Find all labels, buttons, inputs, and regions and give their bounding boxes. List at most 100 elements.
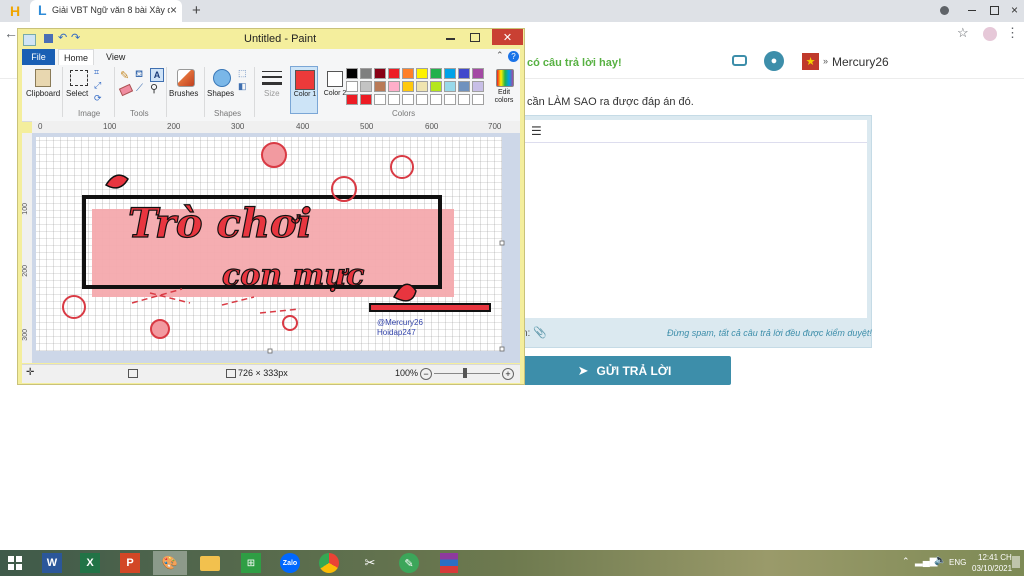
maximize-icon[interactable] bbox=[990, 6, 999, 15]
back-icon[interactable]: ← bbox=[4, 25, 18, 41]
notification-bell-icon[interactable]: ● bbox=[764, 51, 784, 71]
magnifier-icon[interactable]: ⚲ bbox=[150, 82, 158, 95]
user-avatar[interactable]: ★ bbox=[802, 53, 819, 70]
edit-colors-button[interactable]: Edit colors bbox=[490, 67, 518, 113]
outline-icon[interactable]: ⬚ bbox=[238, 68, 247, 79]
palette-swatch[interactable] bbox=[360, 68, 372, 79]
paint-taskbar-icon[interactable]: 🎨 bbox=[153, 551, 187, 575]
palette-swatch[interactable] bbox=[458, 94, 470, 105]
tab-close-icon[interactable]: × bbox=[170, 3, 177, 17]
snipping-icon[interactable]: ✂ bbox=[360, 553, 380, 573]
close-window-icon[interactable]: × bbox=[1011, 3, 1018, 17]
minimize-icon[interactable] bbox=[968, 10, 976, 11]
palette-swatch[interactable] bbox=[360, 94, 372, 105]
canvas-drawing[interactable]: Trò chơi con mực @Mercury26 Hoidap247 bbox=[32, 133, 520, 363]
palette-swatch[interactable] bbox=[444, 68, 456, 79]
eraser-icon[interactable] bbox=[118, 83, 134, 97]
palette-swatch[interactable] bbox=[430, 94, 442, 105]
paint-maximize-icon[interactable] bbox=[470, 33, 480, 42]
palette-swatch[interactable] bbox=[374, 94, 386, 105]
windows-start-icon[interactable] bbox=[8, 556, 22, 570]
menu-icon[interactable]: ☰ bbox=[531, 124, 542, 138]
palette-swatch[interactable] bbox=[346, 81, 358, 92]
bookmark-star-icon[interactable]: ☆ bbox=[957, 25, 969, 41]
color1-button[interactable]: Color 1 bbox=[290, 66, 318, 114]
zoom-slider-track[interactable] bbox=[434, 373, 500, 374]
save-icon[interactable] bbox=[44, 34, 53, 43]
paint-close-button[interactable]: ✕ bbox=[492, 29, 523, 45]
zoom-out-icon[interactable]: − bbox=[420, 368, 432, 380]
zalo-icon[interactable]: Zalo bbox=[280, 553, 300, 573]
help-icon[interactable]: ? bbox=[508, 51, 519, 62]
color2-button[interactable]: Color 2 bbox=[322, 66, 348, 114]
winrar-icon[interactable] bbox=[440, 553, 458, 573]
palette-swatch[interactable] bbox=[388, 81, 400, 92]
notifications-icon[interactable] bbox=[1012, 556, 1020, 568]
clock-date[interactable]: 03/10/2021 bbox=[972, 564, 1012, 573]
fill-shape-icon[interactable]: ◧ bbox=[238, 81, 247, 92]
palette-swatch[interactable] bbox=[374, 81, 386, 92]
palette-swatch[interactable] bbox=[388, 68, 400, 79]
crop-icon[interactable]: ⌗ bbox=[94, 67, 99, 78]
palette-swatch[interactable] bbox=[444, 94, 456, 105]
tray-chevron-icon[interactable]: ⌃ bbox=[902, 556, 910, 567]
palette-swatch[interactable] bbox=[458, 68, 470, 79]
size-button[interactable]: Size bbox=[258, 67, 286, 113]
editor-textarea[interactable] bbox=[523, 143, 867, 318]
chevron-down-icon[interactable]: » bbox=[823, 56, 828, 66]
store-icon[interactable]: ⊞ bbox=[241, 553, 261, 573]
answer-editor[interactable]: ☰ n: 📎 Đừng spam, tất cả câu trả lời đều… bbox=[518, 115, 872, 348]
site-h-logo-icon[interactable]: H bbox=[0, 0, 30, 22]
browser-menu-icon[interactable]: ⋮ bbox=[1006, 25, 1019, 41]
palette-swatch[interactable] bbox=[402, 94, 414, 105]
browser-tab[interactable]: L Giải VBT Ngữ văn 8 bài Xây dựng × bbox=[30, 0, 182, 22]
chat-icon[interactable] bbox=[732, 55, 747, 66]
palette-swatch[interactable] bbox=[402, 68, 414, 79]
palette-swatch[interactable] bbox=[472, 94, 484, 105]
language-indicator[interactable]: ENG bbox=[949, 558, 966, 567]
attach-clip-icon[interactable]: 📎 bbox=[533, 326, 547, 339]
file-explorer-icon[interactable] bbox=[200, 556, 220, 571]
select-button[interactable]: Select bbox=[66, 67, 92, 113]
ribbon-collapse-icon[interactable]: ⌃ bbox=[496, 50, 504, 61]
clipboard-button[interactable]: Clipboard bbox=[26, 67, 60, 113]
username[interactable]: Mercury26 bbox=[832, 55, 889, 69]
word-icon[interactable]: W bbox=[42, 553, 62, 573]
fill-icon[interactable]: ⛾ bbox=[135, 69, 143, 82]
rotate-icon[interactable]: ⟳ bbox=[94, 93, 102, 104]
paint-titlebar[interactable]: ↶ ↷ Untitled - Paint ✕ bbox=[18, 29, 524, 49]
tab-home[interactable]: Home bbox=[58, 49, 94, 65]
text-tool-icon[interactable]: A bbox=[150, 68, 164, 82]
undo-icon[interactable]: ↶ bbox=[58, 31, 67, 44]
paint-minimize-icon[interactable] bbox=[446, 38, 455, 40]
palette-swatch[interactable] bbox=[458, 81, 470, 92]
pencil-icon[interactable]: ✎ bbox=[120, 69, 129, 82]
palette-swatch[interactable] bbox=[472, 68, 484, 79]
resize-icon[interactable]: ⤢ bbox=[94, 80, 101, 91]
shapes-button[interactable]: Shapes bbox=[207, 67, 237, 113]
palette-swatch[interactable] bbox=[416, 94, 428, 105]
tab-file[interactable]: File bbox=[22, 49, 55, 65]
new-tab-button[interactable]: + bbox=[192, 2, 201, 19]
color-picker-icon[interactable]: ⟋ bbox=[136, 83, 143, 94]
chrome-icon[interactable] bbox=[319, 553, 339, 573]
profile-avatar-icon[interactable] bbox=[983, 27, 997, 41]
palette-swatch[interactable] bbox=[346, 94, 358, 105]
paint-window[interactable]: ↶ ↷ Untitled - Paint ✕ File Home View ⌃ … bbox=[17, 28, 525, 385]
submit-answer-button[interactable]: ➤ GỬI TRẢ LỜI bbox=[518, 356, 731, 385]
volume-icon[interactable]: 🔈 bbox=[934, 555, 946, 566]
zoom-slider-thumb[interactable] bbox=[463, 368, 467, 378]
palette-swatch[interactable] bbox=[430, 81, 442, 92]
app-green-icon[interactable]: ✎ bbox=[399, 553, 419, 573]
palette-swatch[interactable] bbox=[416, 81, 428, 92]
palette-swatch[interactable] bbox=[388, 94, 400, 105]
palette-swatch[interactable] bbox=[472, 81, 484, 92]
tab-view[interactable]: View bbox=[106, 52, 125, 62]
palette-swatch[interactable] bbox=[374, 68, 386, 79]
excel-icon[interactable]: X bbox=[80, 553, 100, 573]
palette-swatch[interactable] bbox=[416, 68, 428, 79]
palette-swatch[interactable] bbox=[360, 81, 372, 92]
palette-swatch[interactable] bbox=[444, 81, 456, 92]
palette-swatch[interactable] bbox=[430, 68, 442, 79]
brushes-button[interactable]: Brushes bbox=[169, 67, 201, 113]
